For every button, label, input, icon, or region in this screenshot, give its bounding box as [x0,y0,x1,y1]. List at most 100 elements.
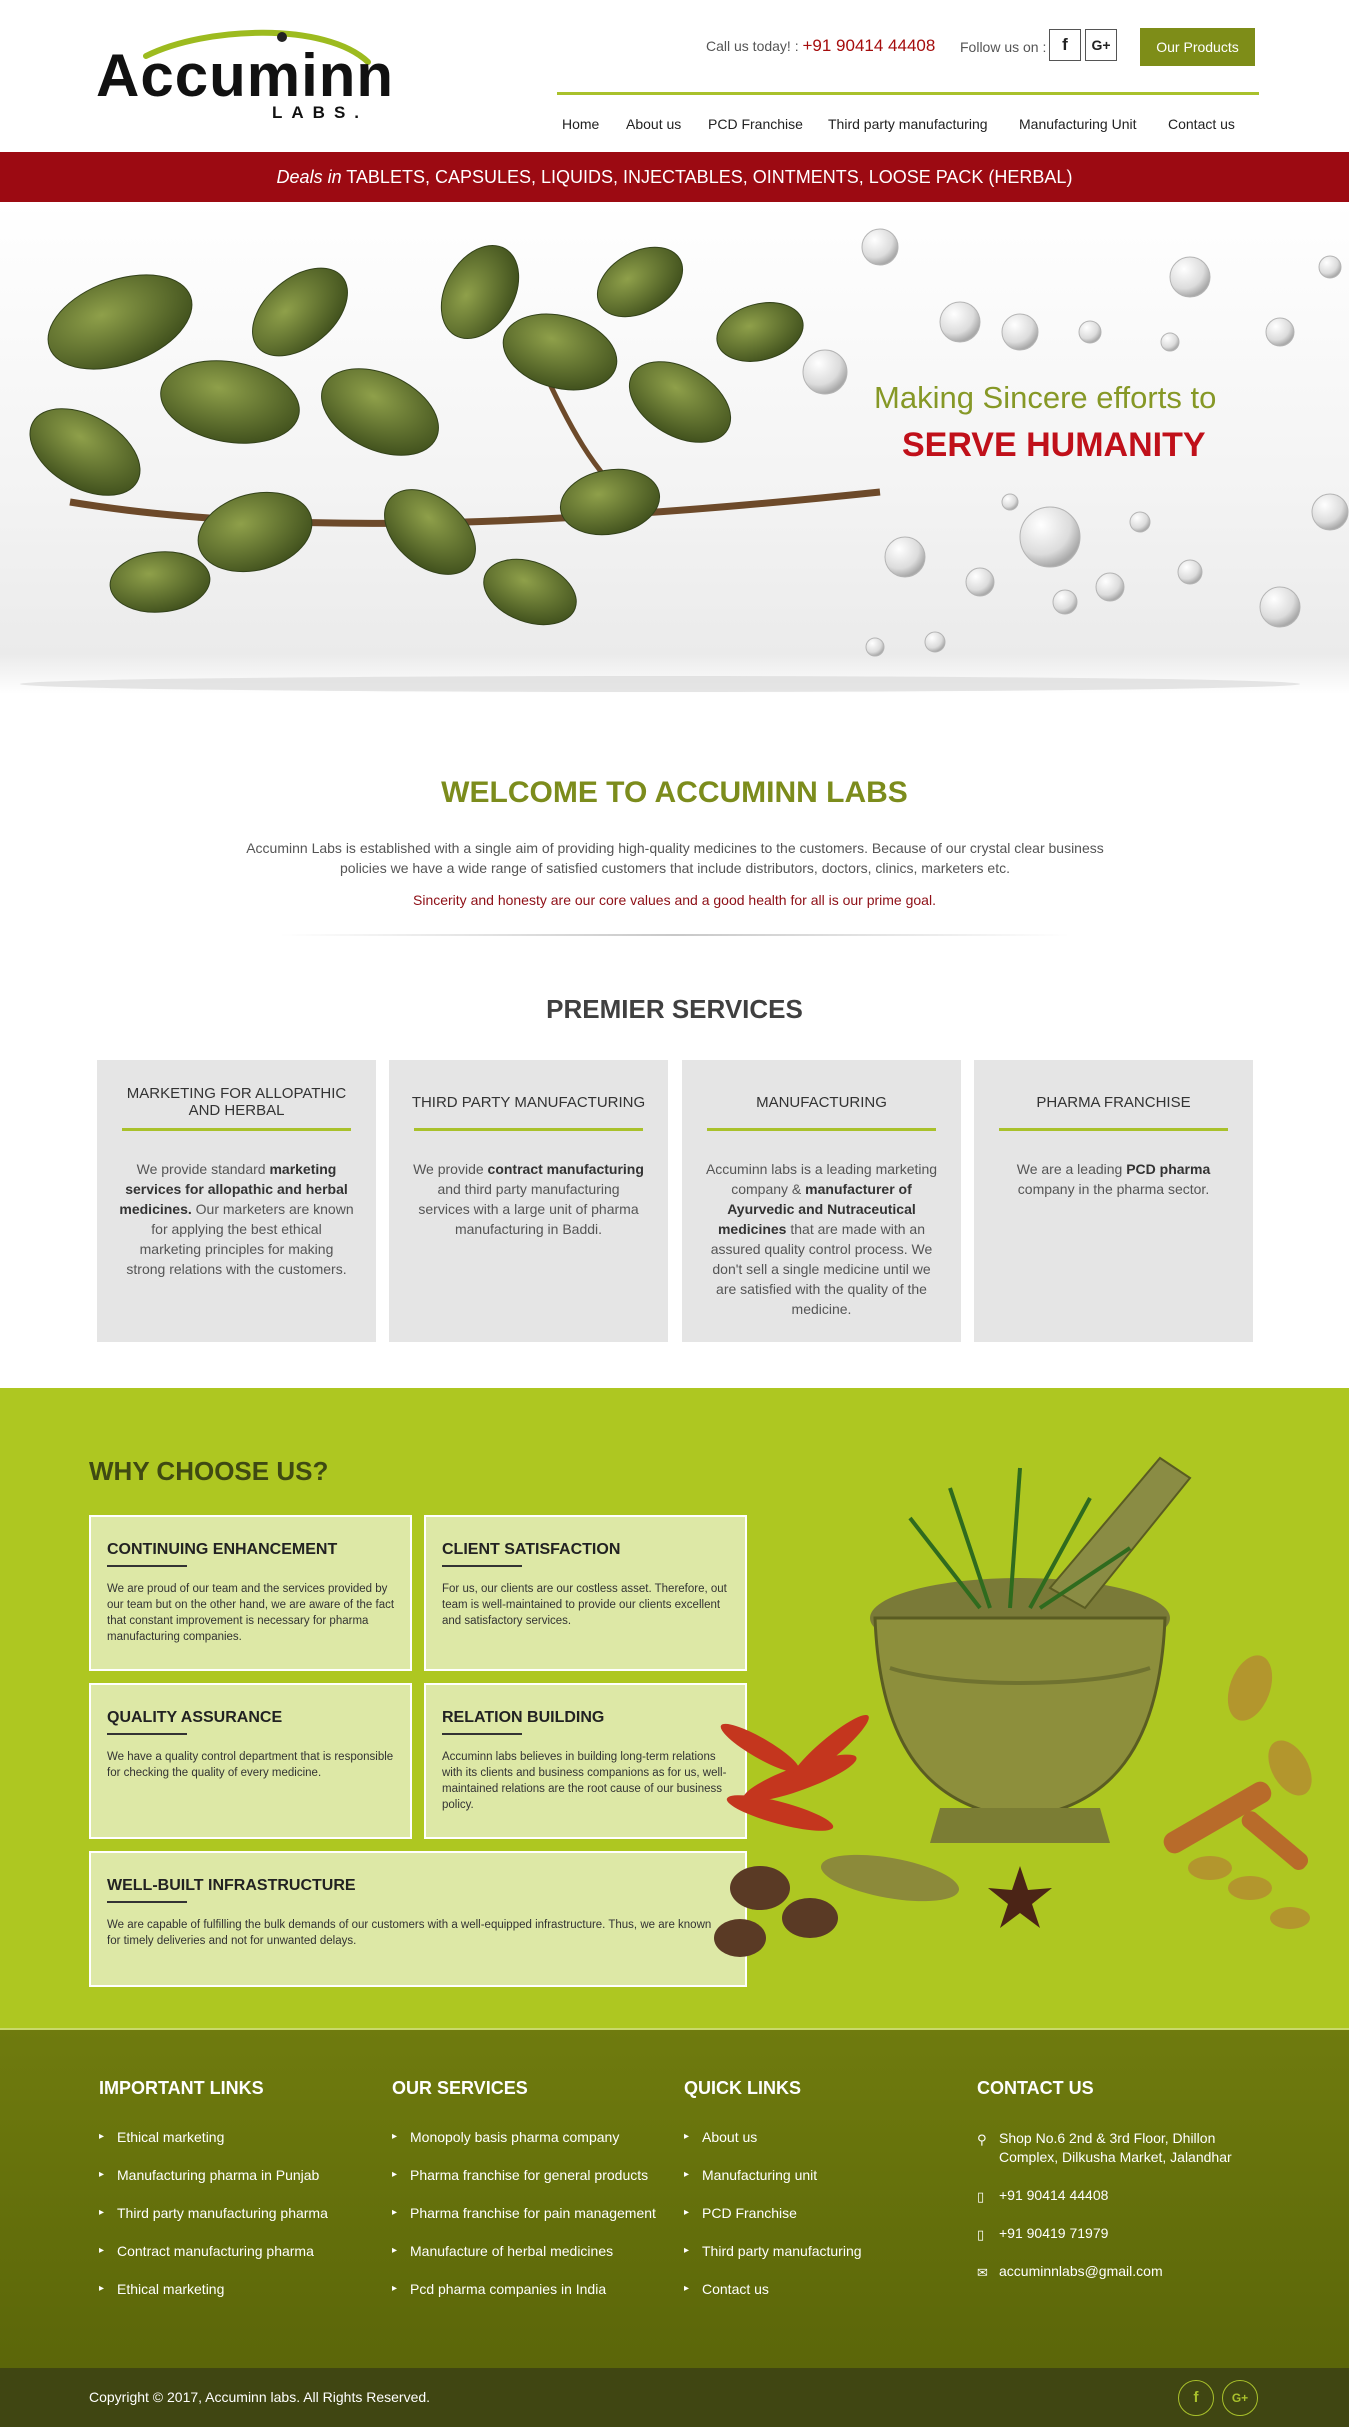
contact-phone-1[interactable]: ▯ +91 90414 44408 [977,2186,1247,2205]
footer-link[interactable]: ▸ Contact us [684,2281,862,2319]
logo-subtitle: LABS. [272,103,368,122]
arrow-right-icon: ▸ [684,2207,690,2218]
service-title: THIRD PARTY MANUFACTURING [411,1093,646,1111]
card-text: Accuminn labs believes in building long-… [442,1751,727,1811]
our-products-button[interactable]: Our Products [1140,28,1255,66]
contact-email[interactable]: ✉ accuminnlabs@gmail.com [977,2262,1247,2281]
card-text: We are capable of fulfilling the bulk de… [107,1919,712,1947]
nav-item-about[interactable]: About us [626,116,681,132]
nav-item-home[interactable]: Home [562,116,599,132]
footer-link[interactable]: ▸ Pharma franchise for general products [392,2167,656,2205]
footer-link[interactable]: ▸ Ethical marketing [99,2129,328,2167]
deals-text: TABLETS, CAPSULES, LIQUIDS, INJECTABLES,… [346,167,1073,187]
site-footer: IMPORTANT LINKS ▸ Ethical marketing ▸ Manu… [0,2028,1349,2368]
why-title: WHY CHOOSE US? [89,1456,329,1486]
card-title: CONTINUING ENHANCEMENT [107,1541,338,1558]
footer-link[interactable]: ▸ Third party manufacturing [684,2243,862,2281]
mobile-icon: ▯ [977,2189,985,2204]
section-divider [280,934,1070,936]
card-underline [107,1565,187,1567]
footer-contact: CONTACT US ⚲ Shop No.6 2nd & 3rd Floor, … [977,2078,1247,2300]
google-plus-icon[interactable]: G+ [1085,29,1117,61]
follow-label: Follow us on : [960,39,1047,55]
call-phone[interactable]: +91 90414 44408 [803,36,936,55]
footer-link[interactable]: ▸ Manufacturing pharma in Punjab [99,2167,328,2205]
arrow-right-icon: ▸ [99,2207,105,2218]
arrow-right-icon: ▸ [99,2245,105,2256]
service-underline [414,1128,643,1131]
nav-item-pcd-franchise[interactable]: PCD Franchise [708,116,803,132]
footer-link[interactable]: ▸ Contract manufacturing pharma [99,2243,328,2281]
why-card-infrastructure: WELL-BUILT INFRASTRUCTURE We are capable… [89,1851,747,1987]
location-icon: ⚲ [977,2132,987,2147]
site-logo[interactable]: Accuminn LABS. [96,28,393,124]
contact-phone-2[interactable]: ▯ +91 90419 71979 [977,2224,1247,2243]
arrow-right-icon: ▸ [392,2131,398,2142]
service-underline [122,1128,351,1131]
call-label: Call us today! : [706,38,799,54]
footer-link[interactable]: ▸ Manufacturing unit [684,2167,862,2205]
service-card-manufacturing[interactable]: MANUFACTURING Accuminn labs is a leading… [682,1060,961,1342]
service-title: MARKETING FOR ALLOPATHIC AND HERBAL [126,1085,347,1119]
hero-slider: Making Sincere efforts to SERVE HUMANITY [0,202,1349,694]
service-title: MANUFACTURING [756,1093,887,1111]
services-title: PREMIER SERVICES [546,994,803,1024]
card-title: WELL-BUILT INFRASTRUCTURE [107,1877,356,1894]
welcome-title: WELCOME TO ACCUMINN LABS [441,776,908,809]
service-card-pharma-franchise[interactable]: PHARMA FRANCHISE We are a leading PCD ph… [974,1060,1253,1342]
footer-col-title: IMPORTANT LINKS [99,2078,264,2098]
service-card-third-party[interactable]: THIRD PARTY MANUFACTURING We provide con… [389,1060,668,1342]
arrow-right-icon: ▸ [392,2245,398,2256]
deals-prefix: Deals in [276,167,342,187]
arrow-right-icon: ▸ [684,2169,690,2180]
service-text: We provide contract manufacturing and th… [413,1161,644,1237]
nav-item-contact[interactable]: Contact us [1168,116,1235,132]
footer-link[interactable]: ▸ Pharma franchise for pain management [392,2205,656,2243]
nav-item-manufacturing-unit[interactable]: Manufacturing Unit [1019,116,1137,132]
welcome-text: Accuminn Labs is established with a sing… [246,840,1104,876]
logo-wordmark: Accuminn [96,42,395,109]
card-underline [442,1565,522,1567]
facebook-icon[interactable]: f [1178,2380,1214,2416]
why-card-enhancement: CONTINUING ENHANCEMENT We are proud of o… [89,1515,412,1671]
footer-important-links: IMPORTANT LINKS ▸ Ethical marketing ▸ Manu… [99,2078,328,2319]
card-underline [107,1901,187,1903]
mortar-spices-image [714,1456,1312,1957]
welcome-goal: Sincerity and honesty are our core value… [413,892,936,908]
footer-link[interactable]: ▸ Pcd pharma companies in India [392,2281,656,2319]
arrow-right-icon: ▸ [392,2169,398,2180]
footer-link[interactable]: ▸ PCD Franchise [684,2205,862,2243]
card-text: For us, our clients are our costless ass… [442,1583,727,1627]
arrow-right-icon: ▸ [99,2131,105,2142]
footer-bottom-bar: Copyright © 2017, Accuminn labs. All Rig… [0,2368,1349,2427]
arrow-right-icon: ▸ [684,2131,690,2142]
service-title: PHARMA FRANCHISE [1036,1093,1191,1111]
call-us: Call us today! : +91 90414 44408 [706,36,935,56]
footer-our-services: OUR SERVICES ▸ Monopoly basis pharma comp… [392,2078,656,2319]
footer-col-title: CONTACT US [977,2078,1094,2098]
card-title: RELATION BUILDING [442,1709,605,1726]
service-text: We are a leading PCD pharma company in t… [1016,1161,1211,1197]
why-choose-section: WHY CHOOSE US? CONTINUING ENHANCEMENT We… [0,1388,1349,2028]
footer-link[interactable]: ▸ Manufacture of herbal medicines [392,2243,656,2281]
facebook-icon[interactable]: f [1049,29,1081,61]
footer-col-title: QUICK LINKS [684,2078,801,2098]
footer-link[interactable]: ▸ About us [684,2129,862,2167]
footer-link[interactable]: ▸ Monopoly basis pharma company [392,2129,656,2167]
site-header: Accuminn LABS. Call us today! : +91 9041… [0,0,1349,152]
contact-address: ⚲ Shop No.6 2nd & 3rd Floor, Dhillon Com… [977,2130,1232,2165]
arrow-right-icon: ▸ [684,2245,690,2256]
arrow-right-icon: ▸ [99,2169,105,2180]
footer-link[interactable]: ▸ Ethical marketing [99,2281,328,2319]
footer-quick-links: QUICK LINKS ▸ About us ▸ Manufacturing uni… [684,2078,862,2319]
nav-item-third-party[interactable]: Third party manufacturing [828,116,988,132]
card-underline [107,1733,187,1735]
arrow-right-icon: ▸ [99,2283,105,2294]
footer-link[interactable]: ▸ Third party manufacturing pharma [99,2205,328,2243]
google-plus-icon[interactable]: G+ [1222,2380,1258,2416]
mobile-icon: ▯ [977,2227,985,2242]
service-text: We provide standard marketing services f… [119,1161,354,1277]
service-underline [707,1128,936,1131]
service-card-marketing[interactable]: MARKETING FOR ALLOPATHIC AND HERBAL We p… [97,1060,376,1342]
card-text: We are proud of our team and the service… [107,1583,395,1643]
